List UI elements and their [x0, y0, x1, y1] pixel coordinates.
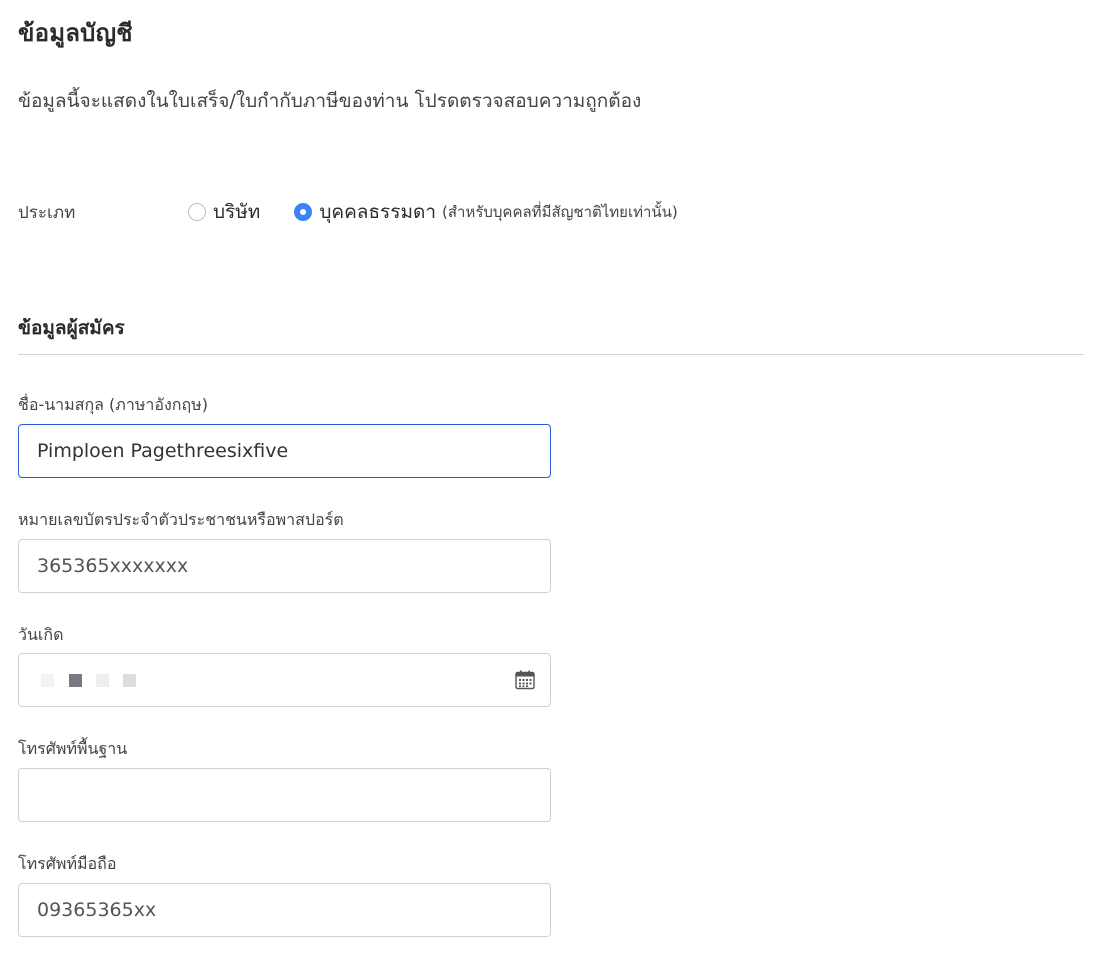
date-segment-placeholder: [69, 674, 82, 687]
page-description: ข้อมูลนี้จะแสดงในใบเสร็จ/ใบกำกับภาษีของท…: [18, 90, 642, 112]
type-option-company-label: บริษัท: [213, 201, 261, 223]
calendar-icon[interactable]: [514, 669, 536, 691]
landline-label: โทรศัพท์พื้นฐาน: [18, 739, 128, 758]
name-input[interactable]: [18, 424, 551, 478]
mobile-label: โทรศัพท์มือถือ: [18, 854, 117, 873]
birthday-date-input[interactable]: [18, 653, 551, 707]
type-option-individual-label: บุคคลธรรมดา: [319, 201, 436, 223]
date-segment-placeholder: [96, 674, 109, 687]
radio-unchecked-icon[interactable]: [188, 203, 206, 221]
page-title: ข้อมูลบัญชี: [18, 19, 133, 47]
landline-input[interactable]: [18, 768, 551, 822]
type-option-individual[interactable]: บุคคลธรรมดา (สำหรับบุคคลที่มีสัญชาติไทยเ…: [294, 197, 678, 227]
date-segment-placeholder: [41, 674, 54, 687]
account-info-page: ข้อมูลบัญชี ข้อมูลนี้จะแสดงในใบเสร็จ/ใบก…: [0, 0, 1100, 959]
section-title-applicant: ข้อมูลผู้สมัคร: [18, 317, 125, 339]
birthday-label: วันเกิด: [18, 625, 64, 644]
mobile-input[interactable]: [18, 883, 551, 937]
type-option-company[interactable]: บริษัท: [188, 197, 260, 227]
date-segment-placeholder: [123, 674, 136, 687]
radio-checked-icon[interactable]: [294, 203, 313, 221]
name-label: ชื่อ-นามสกุล (ภาษาอังกฤษ): [18, 395, 208, 414]
type-selector: ประเภท บริษัท บุคคลธรรมดา (สำหรับบุคคลที…: [18, 198, 678, 226]
type-label: ประเภท: [18, 202, 76, 223]
type-option-individual-note: (สำหรับบุคคลที่มีสัญชาติไทยเท่านั้น): [442, 203, 678, 221]
id-card-label: หมายเลขบัตรประจำตัวประชาชนหรือพาสปอร์ต: [18, 510, 344, 529]
id-card-input[interactable]: [18, 539, 551, 593]
section-divider: [18, 354, 1084, 355]
